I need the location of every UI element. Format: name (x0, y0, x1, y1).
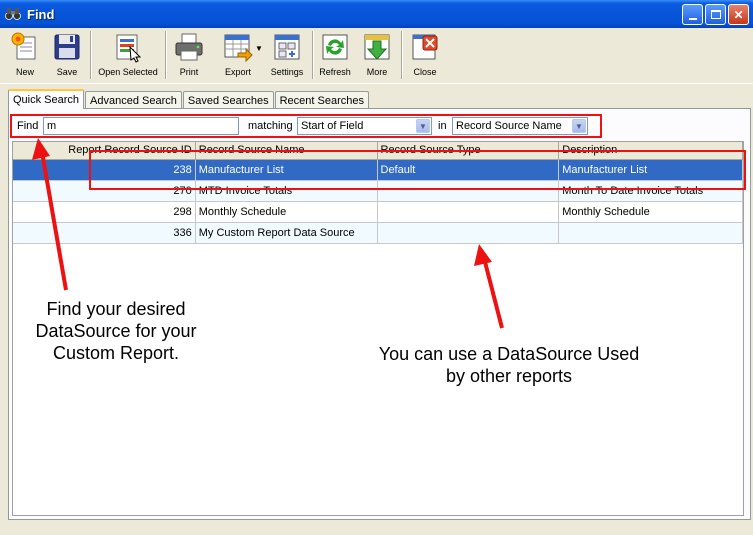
tab-quick-search[interactable]: Quick Search (8, 89, 85, 109)
arrow-to-grid-icon (474, 244, 504, 329)
annotation-left-text: Find your desired DataSource for your Cu… (35, 299, 197, 363)
arrow-to-find-icon (32, 138, 68, 291)
annotation-arrows (32, 138, 504, 329)
annotation-right-text: You can use a DataSource Used by other r… (378, 344, 640, 386)
status-bar (0, 522, 753, 535)
